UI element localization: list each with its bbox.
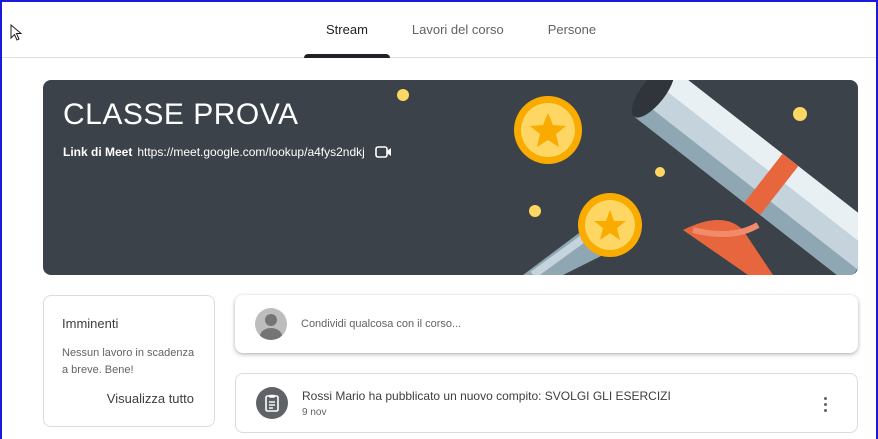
post-title[interactable]: Rossi Mario ha pubblicato un nuovo compi… bbox=[302, 389, 671, 403]
stream-post[interactable]: Rossi Mario ha pubblicato un nuovo compi… bbox=[235, 373, 858, 433]
more-options-icon[interactable] bbox=[813, 392, 837, 416]
avatar bbox=[255, 308, 287, 340]
class-banner: CLASSE PROVA Link di Meet https://meet.g… bbox=[43, 80, 858, 275]
upcoming-message: Nessun lavoro in scadenza a breve. Bene! bbox=[62, 347, 195, 376]
video-camera-icon[interactable] bbox=[375, 145, 393, 159]
top-navigation-bar: Stream Lavori del corso Persone bbox=[2, 2, 876, 58]
view-all-link[interactable]: Visualizza tutto bbox=[107, 391, 194, 406]
assignment-icon bbox=[256, 387, 288, 419]
upcoming-title: Imminenti bbox=[62, 316, 119, 331]
mouse-pointer-icon bbox=[10, 24, 23, 41]
meet-link[interactable]: https://meet.google.com/lookup/a4fys2ndk… bbox=[137, 145, 364, 159]
share-placeholder: Condividi qualcosa con il corso... bbox=[301, 318, 462, 330]
tab-bar: Stream Lavori del corso Persone bbox=[304, 2, 618, 58]
class-title: CLASSE PROVA bbox=[63, 98, 299, 131]
meet-link-row: Link di Meet https://meet.google.com/loo… bbox=[63, 145, 393, 159]
tab-people[interactable]: Persone bbox=[526, 2, 618, 58]
upcoming-card: Imminenti Nessun lavoro in scadenza a br… bbox=[43, 295, 215, 427]
post-date: 9 nov bbox=[302, 406, 327, 418]
tab-classwork[interactable]: Lavori del corso bbox=[390, 2, 526, 58]
share-with-class-box[interactable]: Condividi qualcosa con il corso... bbox=[235, 295, 858, 353]
meet-label: Link di Meet bbox=[63, 145, 133, 159]
post-text: Rossi Mario ha pubblicato un nuovo compi… bbox=[302, 389, 671, 418]
tab-stream[interactable]: Stream bbox=[304, 2, 390, 58]
